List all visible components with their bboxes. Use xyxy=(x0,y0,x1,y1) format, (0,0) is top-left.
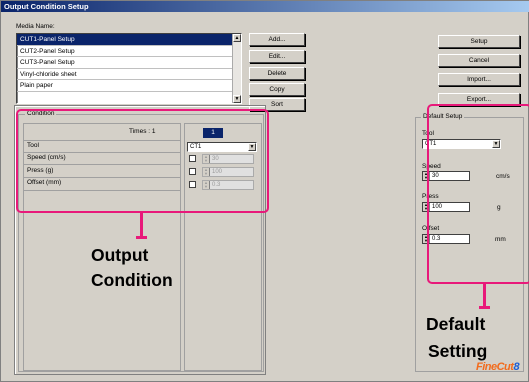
scroll-up-icon[interactable]: ▲ xyxy=(233,34,241,42)
list-item[interactable]: CUT2-Panel Setup xyxy=(17,46,241,57)
delete-button[interactable]: Delete xyxy=(249,67,305,80)
default-annotation-line2: Setting xyxy=(428,341,488,361)
list-item[interactable]: CUT1-Panel Setup xyxy=(17,34,241,46)
import-button[interactable]: Import... xyxy=(438,73,520,86)
output-condition-highlight xyxy=(16,109,269,213)
finecut-logo: FineCut8 xyxy=(476,361,520,373)
output-callout-line xyxy=(136,236,147,239)
edit-button[interactable]: Edit... xyxy=(249,50,305,63)
default-callout-line xyxy=(483,284,486,308)
copy-button[interactable]: Copy xyxy=(249,83,305,96)
cancel-button[interactable]: Cancel xyxy=(438,54,520,67)
list-item[interactable]: Vinyl-chloride sheet xyxy=(17,69,241,80)
add-button[interactable]: Add... xyxy=(249,33,305,46)
list-item[interactable]: CUT3-Panel Setup xyxy=(17,57,241,69)
window-title: Output Condition Setup xyxy=(1,1,529,12)
media-name-label: Media Name: xyxy=(16,23,55,30)
setup-button[interactable]: Setup xyxy=(438,35,520,48)
scroll-down-icon[interactable]: ▼ xyxy=(233,95,241,103)
list-item[interactable]: Plain paper xyxy=(17,80,241,92)
default-annotation-line1: Default xyxy=(426,314,486,334)
default-setting-highlight xyxy=(427,104,529,284)
media-list-scrollbar[interactable]: ▲ ▼ xyxy=(232,34,241,103)
output-annotation-line1: Output xyxy=(91,245,149,265)
output-annotation-line2: Condition xyxy=(91,270,173,290)
media-list[interactable]: CUT1-Panel Setup CUT2-Panel Setup CUT3-P… xyxy=(16,33,242,104)
default-callout-line xyxy=(479,306,490,309)
output-callout-line xyxy=(140,212,143,238)
